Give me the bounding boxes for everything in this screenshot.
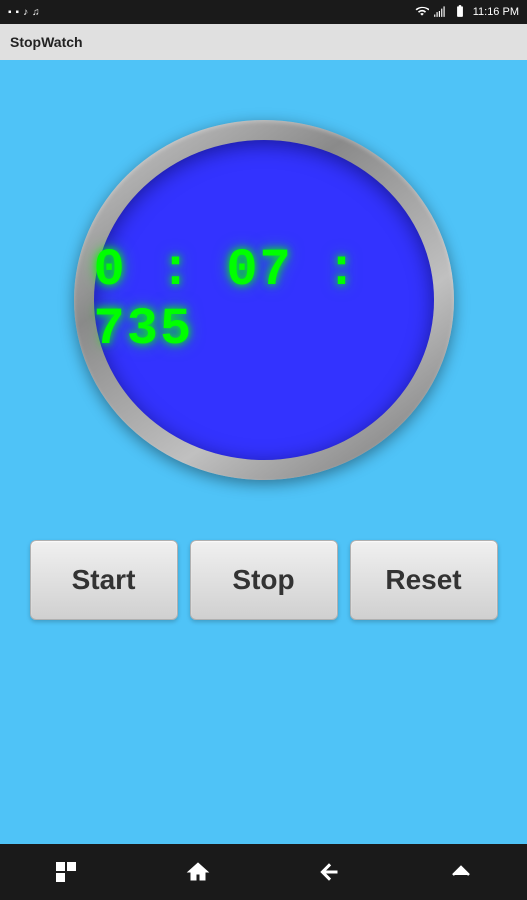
back-button[interactable] (304, 852, 354, 892)
time-display: 0 : 07 : 735 (94, 241, 434, 359)
signal-icon (433, 4, 447, 21)
app-title: StopWatch (10, 34, 83, 50)
menu-button[interactable] (436, 852, 486, 892)
navigation-bar (0, 844, 527, 900)
reset-button[interactable]: Reset (350, 540, 498, 620)
main-content: 0 : 07 : 735 Start Stop Reset (0, 60, 527, 844)
headphone-icon: ♪ (23, 7, 28, 18)
wifi-icon (415, 4, 429, 21)
recent-apps-button[interactable] (41, 852, 91, 892)
title-bar: StopWatch (0, 24, 527, 60)
status-icons-right: 11:16 PM (415, 4, 519, 21)
music-icon: ♫ (32, 7, 40, 18)
sd-card-icon: ▪ (8, 7, 12, 18)
battery-icon (451, 4, 469, 21)
time-display-status: 11:16 PM (473, 6, 519, 18)
home-button[interactable] (173, 852, 223, 892)
status-icons-left: ▪ ▪ ♪ ♫ (8, 7, 40, 18)
stopwatch-dial: 0 : 07 : 735 (94, 140, 434, 460)
start-button[interactable]: Start (30, 540, 178, 620)
stop-button[interactable]: Stop (190, 540, 338, 620)
buttons-row: Start Stop Reset (24, 540, 504, 620)
stopwatch-outer-ring: 0 : 07 : 735 (74, 120, 454, 480)
tablet-icon: ▪ (16, 7, 20, 18)
stopwatch-container: 0 : 07 : 735 (74, 120, 454, 480)
status-bar: ▪ ▪ ♪ ♫ 11:16 PM (0, 0, 527, 24)
